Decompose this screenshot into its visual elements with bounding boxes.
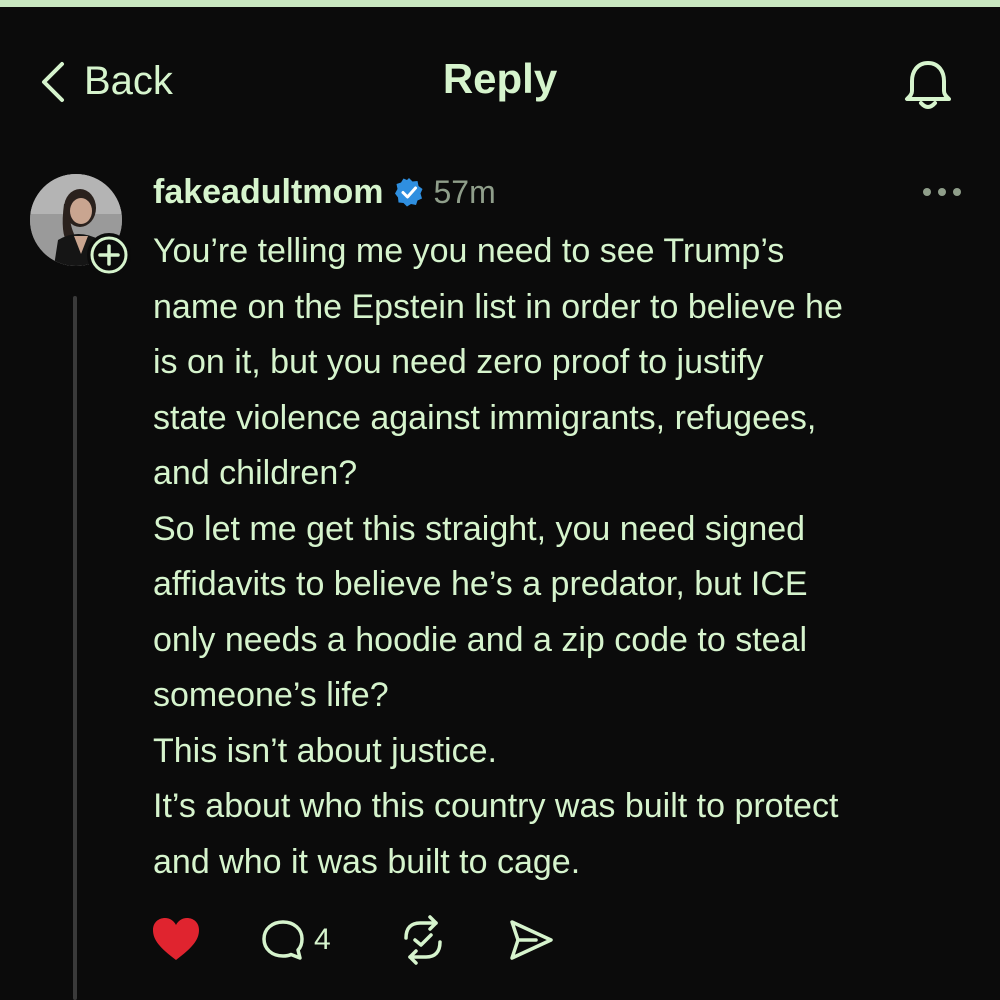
heart-icon[interactable] <box>150 914 202 966</box>
reply-count: 4 <box>314 923 331 956</box>
post-paragraph: So let me get this straight, you need si… <box>153 509 808 715</box>
top-strip <box>0 0 1000 7</box>
more-horizontal-icon[interactable] <box>920 182 964 202</box>
post-paragraph: It’s about who this country was built to… <box>153 787 839 881</box>
verified-badge-icon <box>394 178 422 207</box>
post-body: You’re telling me you need to see Trump’… <box>153 224 983 890</box>
reply-button[interactable]: 4 <box>260 914 331 966</box>
send-icon[interactable] <box>506 914 556 966</box>
post-paragraph: This isn’t about justice. <box>153 731 497 770</box>
post-paragraph: You’re telling me you need to see Trump’… <box>153 232 843 492</box>
action-bar: 4 <box>150 914 630 972</box>
username[interactable]: fakeadultmom <box>153 173 384 212</box>
plus-icon[interactable] <box>86 232 132 278</box>
comment-icon <box>262 920 304 960</box>
header-bar: Back Reply <box>0 7 1000 147</box>
post-header: fakeadultmom 57m <box>153 168 496 216</box>
timestamp: 57m <box>433 173 496 210</box>
page-title: Reply <box>442 55 558 102</box>
bell-icon[interactable] <box>898 55 958 115</box>
thread-line <box>73 296 77 1000</box>
repost-icon[interactable] <box>398 914 448 966</box>
